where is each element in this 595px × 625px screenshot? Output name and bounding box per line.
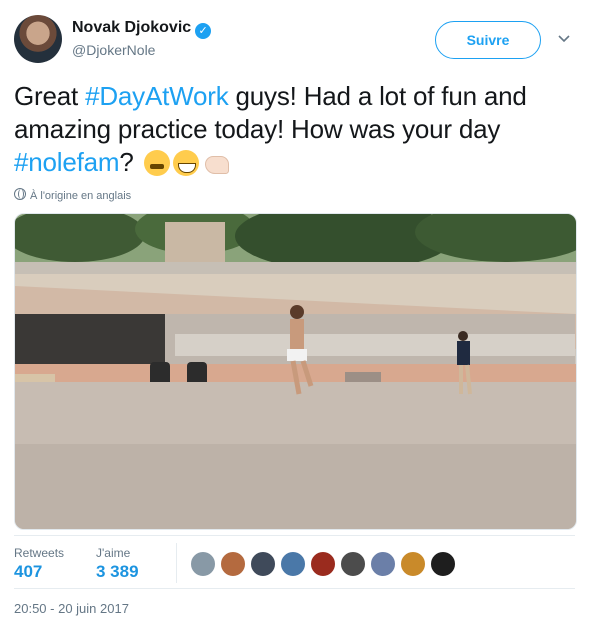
translation-note[interactable]: À l'origine en anglais bbox=[14, 188, 131, 202]
follow-button[interactable]: Suivre bbox=[435, 21, 541, 59]
liker-avatar[interactable] bbox=[250, 551, 276, 577]
globe-icon bbox=[14, 188, 26, 200]
stats-divider bbox=[176, 543, 177, 583]
author-avatar[interactable] bbox=[14, 15, 62, 63]
author-handle[interactable]: @DjokerNole bbox=[72, 42, 155, 58]
tweet-photo-image bbox=[15, 214, 576, 529]
translation-note-label: À l'origine en anglais bbox=[30, 190, 132, 202]
tweet-photo[interactable] bbox=[14, 213, 577, 530]
tweet-text-part: ? bbox=[119, 147, 134, 177]
retweets-label[interactable]: Retweets bbox=[14, 546, 64, 560]
flexed-biceps-emoji bbox=[202, 150, 229, 176]
hashtag-dayatwork[interactable]: #DayAtWork bbox=[85, 81, 229, 111]
hashtag-nolefam[interactable]: #nolefam bbox=[14, 147, 120, 177]
stats-bottom-divider bbox=[14, 588, 575, 589]
tweet-text-part: Great bbox=[14, 81, 86, 111]
liker-avatar[interactable] bbox=[310, 551, 336, 577]
author-name[interactable]: Novak Djokovic bbox=[72, 19, 191, 36]
likes-label[interactable]: J'aime bbox=[96, 546, 130, 560]
tweet-text: Great #DayAtWork guys! Had a lot of fun … bbox=[14, 80, 584, 179]
retweets-count[interactable]: 407 bbox=[14, 562, 42, 582]
chevron-down-icon[interactable] bbox=[557, 31, 571, 45]
author-name-row[interactable]: Novak Djokovic ✓ bbox=[72, 19, 212, 39]
tweet-timestamp[interactable]: 20:50 - 20 juin 2017 bbox=[14, 601, 129, 616]
liker-avatar[interactable] bbox=[370, 551, 396, 577]
liker-avatar[interactable] bbox=[400, 551, 426, 577]
face-with-steam-emoji bbox=[143, 150, 170, 176]
stats-top-divider bbox=[14, 535, 575, 536]
verified-badge-icon: ✓ bbox=[195, 23, 212, 39]
liker-avatar[interactable] bbox=[220, 551, 246, 577]
likes-count[interactable]: 3 389 bbox=[96, 562, 139, 582]
liker-avatar[interactable] bbox=[430, 551, 456, 577]
grinning-face-emoji bbox=[172, 150, 199, 176]
liker-avatar[interactable] bbox=[340, 551, 366, 577]
liker-avatar[interactable] bbox=[280, 551, 306, 577]
liker-avatar[interactable] bbox=[190, 551, 216, 577]
